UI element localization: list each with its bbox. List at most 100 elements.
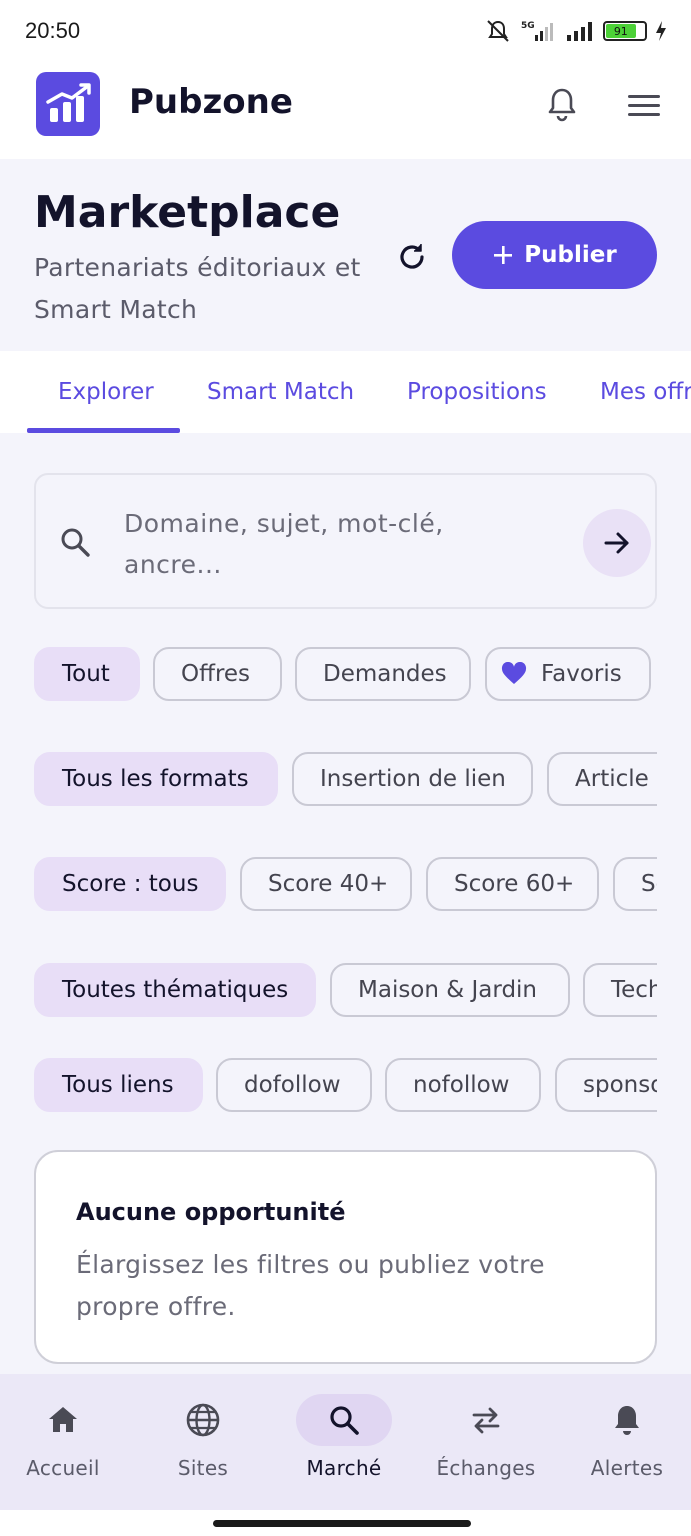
battery-level: 91 bbox=[606, 24, 636, 38]
chip-label: Tous liens bbox=[62, 1072, 174, 1098]
app-bar: Pubzone bbox=[0, 62, 691, 159]
chip-tech[interactable]: Tech bbox=[583, 963, 657, 1017]
chip-label: Demandes bbox=[323, 661, 447, 687]
arrow-right-icon bbox=[604, 532, 629, 554]
nav-label: Alertes bbox=[590, 1456, 664, 1480]
chip-label: dofollow bbox=[244, 1072, 341, 1098]
search-submit-button[interactable] bbox=[583, 509, 651, 577]
tab-bar: Explorer Smart Match Propositions Mes of… bbox=[0, 351, 691, 433]
refresh-button[interactable] bbox=[392, 237, 432, 277]
tab-explorer[interactable]: Explorer bbox=[58, 379, 154, 405]
chip-insertion-de-lien[interactable]: Insertion de lien bbox=[292, 752, 533, 806]
status-icons: 5G 91 bbox=[483, 18, 667, 44]
chip-label: Score 80+ bbox=[641, 871, 657, 897]
chip-label: Article bbox=[575, 766, 649, 792]
chip-offres[interactable]: Offres bbox=[153, 647, 282, 701]
chip-demandes[interactable]: Demandes bbox=[295, 647, 471, 701]
nav-icon-wrap bbox=[579, 1394, 675, 1446]
chip-favoris[interactable]: Favoris bbox=[485, 647, 651, 701]
chip-label: sponsored bbox=[583, 1072, 657, 1098]
app-logo[interactable] bbox=[36, 72, 100, 136]
nav-icon-wrap bbox=[155, 1394, 251, 1446]
search-icon bbox=[330, 1406, 359, 1435]
chip-score-60[interactable]: Score 60+ bbox=[426, 857, 599, 911]
chip-label: Tous les formats bbox=[62, 766, 249, 792]
gesture-handle bbox=[213, 1520, 471, 1527]
chip-dofollow[interactable]: dofollow bbox=[216, 1058, 372, 1112]
chip-label: Tech bbox=[611, 977, 657, 1003]
nav-label: Échanges bbox=[436, 1456, 536, 1480]
chip-label: Offres bbox=[181, 661, 251, 687]
battery-icon: 91 bbox=[603, 21, 647, 41]
nav-accueil[interactable]: Accueil bbox=[0, 1374, 132, 1510]
nav-label: Sites bbox=[177, 1456, 229, 1480]
publish-button[interactable]: Publier bbox=[452, 221, 657, 289]
nav-echanges[interactable]: Échanges bbox=[417, 1374, 555, 1510]
globe-icon bbox=[186, 1403, 220, 1437]
filter-row-format: Tous les formats Insertion de lien Artic… bbox=[34, 752, 657, 808]
tab-active-indicator bbox=[27, 428, 180, 433]
heart-icon bbox=[501, 662, 527, 684]
tab-smart-match[interactable]: Smart Match bbox=[207, 379, 354, 405]
mute-icon bbox=[487, 20, 509, 42]
chip-score-80[interactable]: Score 80+ bbox=[613, 857, 657, 911]
status-time: 20:50 bbox=[25, 18, 81, 43]
bottom-navigation: Accueil Sites Marché Échanges Alertes bbox=[0, 1374, 691, 1510]
nav-icon-wrap bbox=[296, 1394, 392, 1446]
filter-row-links: Tous liens dofollow nofollow sponsored bbox=[34, 1058, 657, 1114]
chip-tous-liens[interactable]: Tous liens bbox=[34, 1058, 203, 1112]
chip-maison-jardin[interactable]: Maison & Jardin bbox=[330, 963, 570, 1017]
nav-marche[interactable]: Marché bbox=[275, 1374, 413, 1510]
plus-icon bbox=[494, 246, 513, 264]
chip-label: Maison & Jardin bbox=[358, 977, 538, 1003]
empty-state-title: Aucune opportunité bbox=[76, 1198, 346, 1226]
gesture-bar[interactable] bbox=[190, 1510, 501, 1536]
page-subtitle: Partenariats éditoriaux et Smart Match bbox=[34, 253, 361, 324]
svg-text:5G: 5G bbox=[521, 21, 535, 31]
chip-nofollow[interactable]: nofollow bbox=[385, 1058, 541, 1112]
filter-row-type: Tout Offres Demandes Favoris bbox=[34, 647, 657, 703]
nav-icon-wrap bbox=[438, 1394, 534, 1446]
app-brand[interactable]: Pubzone bbox=[129, 82, 293, 122]
chip-label: Tout bbox=[62, 661, 110, 687]
hamburger-menu-icon bbox=[628, 95, 660, 116]
bar-chart-icon bbox=[46, 83, 91, 122]
chip-label: nofollow bbox=[413, 1072, 510, 1098]
chip-label: Score 60+ bbox=[454, 871, 575, 897]
tab-mes-offres[interactable]: Mes offres bbox=[600, 379, 691, 405]
charging-icon bbox=[656, 21, 666, 41]
bell-icon bbox=[548, 88, 576, 122]
chip-label: Favoris bbox=[541, 661, 622, 687]
chip-sponsored[interactable]: sponsored bbox=[555, 1058, 657, 1112]
chip-label: Toutes thématiques bbox=[62, 977, 289, 1003]
chip-score-40[interactable]: Score 40+ bbox=[240, 857, 412, 911]
page-title: Marketplace bbox=[34, 187, 341, 238]
nav-sites[interactable]: Sites bbox=[134, 1374, 272, 1510]
bell-icon bbox=[615, 1406, 639, 1435]
tab-propositions[interactable]: Propositions bbox=[407, 379, 547, 405]
search-box[interactable]: Domaine, sujet, mot-clé, ancre... bbox=[34, 473, 657, 609]
empty-state-description: Élargissez les filtres ou publiez votre … bbox=[76, 1250, 545, 1321]
nav-alertes[interactable]: Alertes bbox=[558, 1374, 691, 1510]
chip-toutes-thematiques[interactable]: Toutes thématiques bbox=[34, 963, 316, 1017]
notifications-button[interactable] bbox=[542, 84, 582, 124]
chip-score-tous[interactable]: Score : tous bbox=[34, 857, 226, 911]
nav-label: Accueil bbox=[26, 1456, 100, 1480]
chip-tout[interactable]: Tout bbox=[34, 647, 140, 701]
menu-button[interactable] bbox=[624, 86, 664, 126]
chip-label: Insertion de lien bbox=[320, 766, 506, 792]
filter-row-theme: Toutes thématiques Maison & Jardin Tech bbox=[34, 963, 657, 1019]
page-header: Marketplace Partenariats éditoriaux et S… bbox=[0, 159, 691, 351]
nav-icon-wrap bbox=[15, 1394, 111, 1446]
refresh-icon bbox=[400, 244, 424, 269]
search-icon bbox=[61, 528, 90, 557]
chip-label: Score 40+ bbox=[268, 871, 389, 897]
home-icon bbox=[49, 1407, 77, 1432]
empty-state-card: Aucune opportunité Élargissez les filtre… bbox=[34, 1150, 657, 1364]
status-bar: 20:50 5G 91 bbox=[0, 0, 691, 62]
search-input[interactable]: Domaine, sujet, mot-clé, ancre... bbox=[124, 503, 524, 585]
chip-article[interactable]: Article bbox=[547, 752, 657, 806]
signal-icon bbox=[567, 22, 592, 41]
chip-tous-les-formats[interactable]: Tous les formats bbox=[34, 752, 278, 806]
swap-icon bbox=[472, 1407, 500, 1434]
